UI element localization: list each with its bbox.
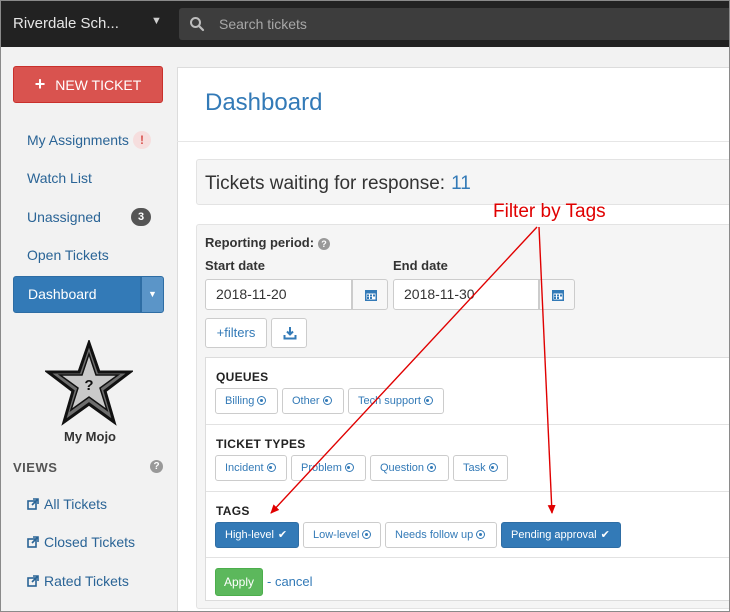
radio-dot-icon bbox=[476, 530, 486, 539]
queue-option-tech-support[interactable]: Tech support bbox=[348, 388, 444, 414]
sidebar-item-dashboard[interactable]: Dashboard bbox=[13, 276, 141, 313]
sidebar-item-my-assignments[interactable]: My Assignments bbox=[27, 132, 129, 148]
download-icon bbox=[283, 327, 297, 340]
sidebar-item-watch-list[interactable]: Watch List bbox=[27, 170, 92, 186]
radio-dot-icon bbox=[423, 396, 433, 405]
dashboard-dropdown-toggle[interactable]: ▼ bbox=[141, 276, 164, 313]
add-filters-button[interactable]: +filters bbox=[205, 318, 267, 348]
view-all-tickets[interactable]: All Tickets bbox=[27, 496, 107, 512]
queue-option-billing[interactable]: Billing bbox=[215, 388, 278, 414]
radio-dot-icon bbox=[427, 463, 437, 472]
radio-dot-icon bbox=[322, 396, 332, 405]
divider bbox=[206, 424, 729, 425]
divider bbox=[177, 141, 729, 142]
start-date-calendar-button[interactable] bbox=[352, 279, 388, 310]
external-link-icon bbox=[27, 498, 39, 510]
page-title: Dashboard bbox=[205, 89, 323, 116]
type-option-question[interactable]: Question bbox=[370, 455, 449, 481]
sidebar-item-unassigned[interactable]: Unassigned bbox=[27, 209, 101, 225]
search-box bbox=[179, 8, 729, 40]
app-window: Riverdale Sch... ▼ + NEW TICKET My Assign… bbox=[0, 0, 730, 612]
plus-icon: + bbox=[34, 74, 46, 94]
search-input[interactable] bbox=[219, 14, 619, 34]
type-option-task[interactable]: Task bbox=[453, 455, 508, 481]
start-date-label: Start date bbox=[205, 258, 265, 273]
divider bbox=[206, 491, 729, 492]
waiting-count[interactable]: 11 bbox=[451, 173, 471, 194]
reporting-period-label: Reporting period:? bbox=[205, 235, 331, 250]
queue-option-other[interactable]: Other bbox=[282, 388, 344, 414]
tag-option-low-level[interactable]: Low-level bbox=[303, 522, 381, 548]
tag-option-needs-follow-up[interactable]: Needs follow up bbox=[385, 522, 497, 548]
tag-option-high-level[interactable]: High-level ✔ bbox=[215, 522, 299, 548]
end-date-label: End date bbox=[393, 258, 448, 273]
view-label: Closed Tickets bbox=[44, 534, 136, 550]
tag-option-pending-approval[interactable]: Pending approval ✔ bbox=[501, 522, 621, 548]
view-label: All Tickets bbox=[44, 496, 108, 512]
alert-badge: ! bbox=[133, 131, 151, 149]
annotation-label: Filter by Tags bbox=[493, 201, 606, 222]
divider bbox=[206, 557, 729, 558]
search-icon bbox=[190, 17, 205, 32]
ticket-types-heading: TICKET TYPES bbox=[216, 437, 306, 451]
caret-down-icon[interactable]: ▼ bbox=[151, 15, 162, 27]
type-option-problem[interactable]: Problem bbox=[291, 455, 366, 481]
new-ticket-label: NEW TICKET bbox=[55, 77, 142, 93]
view-rated-tickets[interactable]: Rated Tickets bbox=[27, 573, 129, 589]
radio-dot-icon bbox=[257, 396, 267, 405]
external-link-icon bbox=[27, 536, 39, 548]
mojo-star-icon[interactable]: ? bbox=[45, 340, 133, 426]
type-option-incident[interactable]: Incident bbox=[215, 455, 287, 481]
mojo-glyph: ? bbox=[84, 377, 93, 394]
waiting-label: Tickets waiting for response: 11 bbox=[205, 173, 471, 194]
end-date-calendar-button[interactable] bbox=[539, 279, 575, 310]
checkmark-icon: ✔ bbox=[277, 529, 288, 541]
my-mojo-label: My Mojo bbox=[64, 429, 116, 444]
sidebar-item-open-tickets[interactable]: Open Tickets bbox=[27, 247, 109, 263]
view-label: Rated Tickets bbox=[44, 573, 129, 589]
radio-dot-icon bbox=[488, 463, 498, 472]
calendar-icon bbox=[552, 290, 564, 301]
new-ticket-button[interactable]: + NEW TICKET bbox=[13, 66, 163, 103]
top-bar: Riverdale Sch... ▼ bbox=[1, 1, 729, 47]
start-date-input[interactable]: 2018-11-20 bbox=[205, 279, 352, 310]
help-icon[interactable]: ? bbox=[150, 460, 163, 473]
tags-heading: TAGS bbox=[216, 504, 250, 518]
cancel-link[interactable]: - cancel bbox=[267, 574, 313, 589]
download-button[interactable] bbox=[271, 318, 307, 348]
radio-dot-icon bbox=[344, 463, 354, 472]
radio-dot-icon bbox=[266, 463, 276, 472]
checkmark-icon: ✔ bbox=[600, 529, 610, 541]
help-icon[interactable]: ? bbox=[318, 238, 331, 250]
count-badge: 3 bbox=[131, 208, 151, 226]
waiting-summary: Tickets waiting for response: 11 bbox=[196, 159, 729, 205]
view-closed-tickets[interactable]: Closed Tickets bbox=[27, 534, 135, 550]
calendar-icon bbox=[365, 290, 377, 301]
org-switcher-label[interactable]: Riverdale Sch... bbox=[13, 15, 119, 32]
queues-heading: QUEUES bbox=[216, 370, 269, 384]
apply-button[interactable]: Apply bbox=[215, 568, 263, 596]
external-link-icon bbox=[27, 575, 39, 587]
views-heading: VIEWS bbox=[13, 460, 58, 475]
radio-dot-icon bbox=[362, 530, 372, 539]
end-date-input[interactable]: 2018-11-30 bbox=[393, 279, 539, 310]
